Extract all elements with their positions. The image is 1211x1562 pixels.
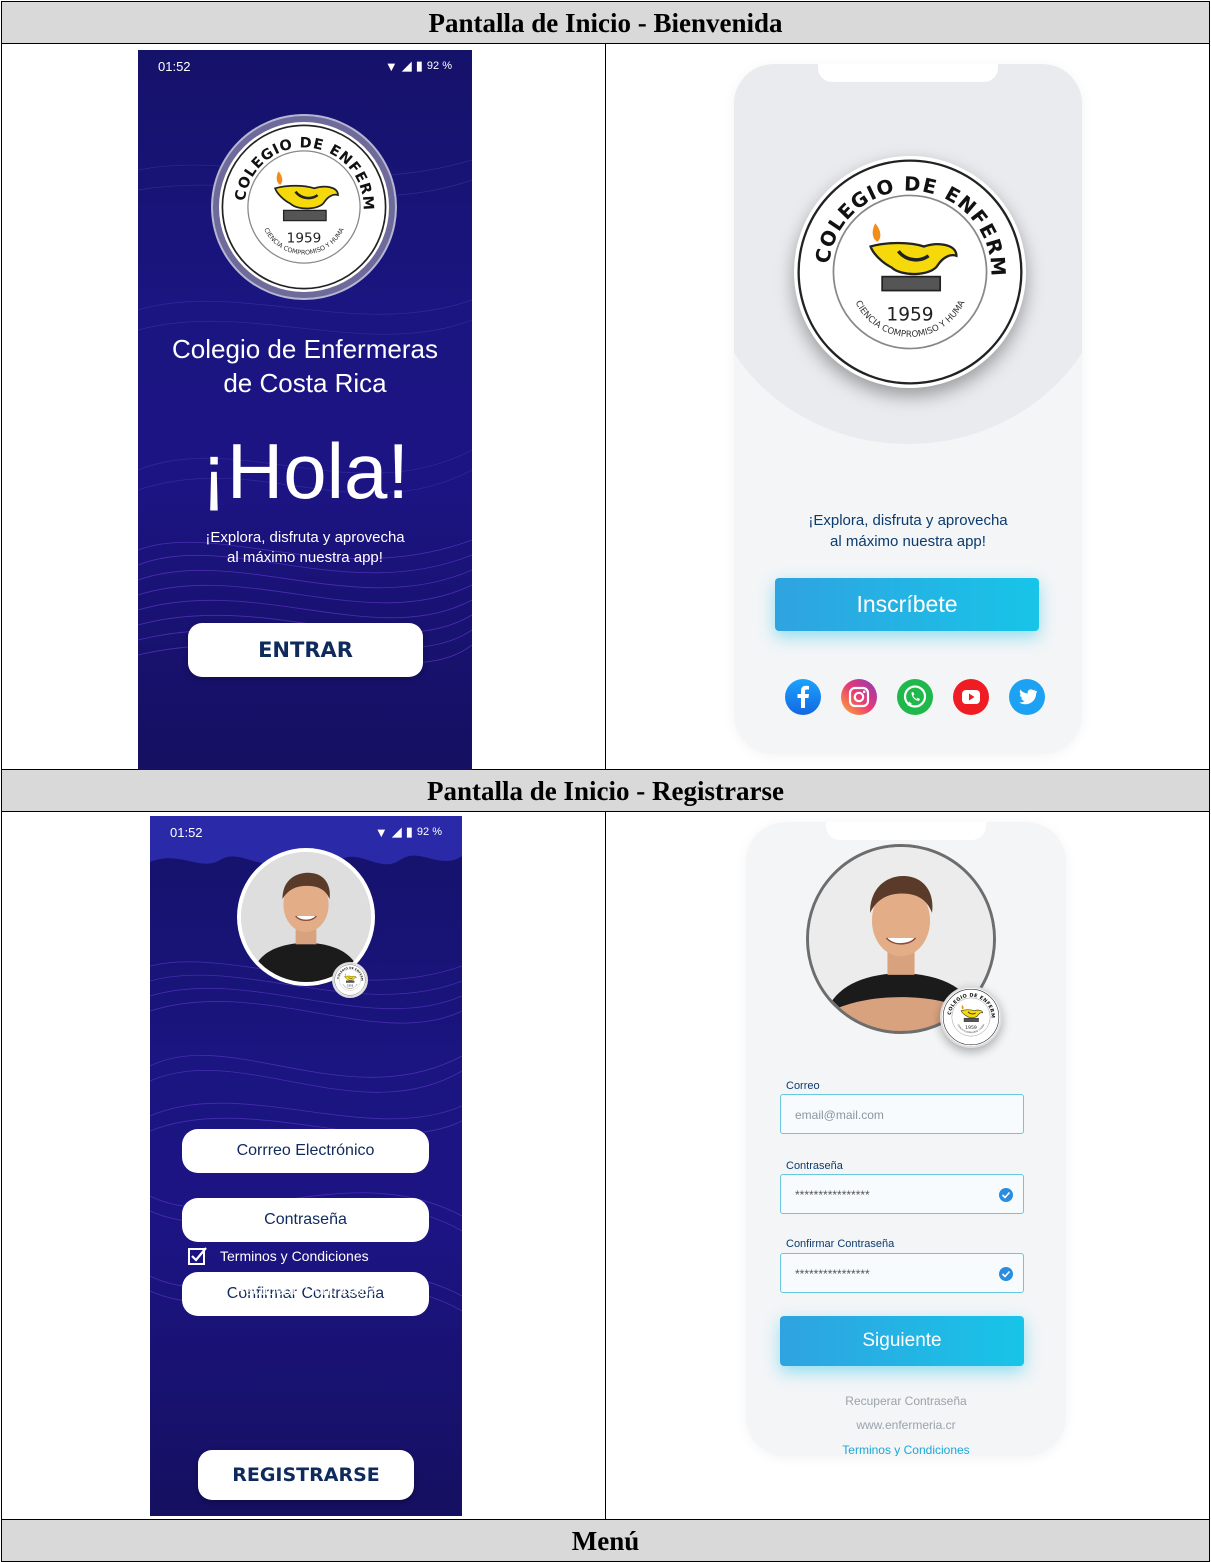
section-title-menu: Menú [1, 1519, 1210, 1562]
battery-icon: ▮ [405, 824, 413, 839]
password-input[interactable]: **************** [780, 1174, 1024, 1214]
avatar-seal-badge [332, 962, 368, 998]
check-circle-icon [999, 1188, 1013, 1202]
status-time: 01:52 [170, 825, 203, 840]
signal-icon: ◢ [391, 824, 402, 839]
register-screen-android: 01:52 ▼ ◢ ▮ 92 % Corrreo Electrónico Con… [150, 816, 462, 1516]
next-button[interactable]: Siguiente [780, 1316, 1024, 1366]
twitter-icon[interactable] [1008, 678, 1046, 716]
signup-button[interactable]: Inscríbete [775, 578, 1039, 631]
terms-link[interactable]: Terminos y Condiciones [746, 1443, 1066, 1456]
welcome-screen-mockup: ¡Explora, disfruta y aprovecha al máximo… [734, 64, 1082, 754]
cell-welcome-android: 01:52 ▼ ◢ ▮ 92 % Colegio de Enfermeras d… [1, 43, 606, 770]
recover-password-link[interactable]: Recuperar Contraseña [150, 1282, 462, 1298]
wifi-icon: ▼ [384, 58, 398, 74]
recover-password-link[interactable]: Recuperar Contraseña [746, 1394, 1066, 1408]
tagline-line2: al máximo nuestra app! [227, 549, 383, 566]
phone-notch [826, 822, 986, 840]
website-link[interactable]: www.enfermeria.cr [746, 1418, 1066, 1432]
email-input[interactable]: email@mail.com [780, 1094, 1024, 1134]
cell-register-android: 01:52 ▼ ◢ ▮ 92 % Corrreo Electrónico Con… [1, 811, 606, 1520]
whatsapp-icon[interactable] [896, 678, 934, 716]
battery-level: 92 % [426, 60, 452, 72]
register-screen-mockup: Correo email@mail.com Contraseña *******… [746, 822, 1066, 1456]
section-title-bienvenida: Pantalla de Inicio - Bienvenida [1, 1, 1210, 44]
avatar-seal-badge [940, 986, 1002, 1048]
facebook-icon[interactable] [784, 678, 822, 716]
greeting-title: ¡Hola! [200, 427, 410, 515]
check-circle-icon [999, 1267, 1013, 1281]
terms-checkbox-row[interactable]: Terminos y Condiciones [188, 1246, 369, 1266]
email-label: Correo [786, 1080, 820, 1092]
password-label: Contraseña [786, 1160, 843, 1172]
tagline-line2: al máximo nuestra app! [830, 533, 986, 550]
status-time: 01:52 [158, 59, 191, 74]
welcome-screen-android: 01:52 ▼ ◢ ▮ 92 % Colegio de Enfermeras d… [138, 50, 472, 770]
battery-level: 92 % [416, 826, 442, 838]
terms-label[interactable]: Terminos y Condiciones [220, 1248, 369, 1264]
confirm-password-input[interactable]: **************** [780, 1253, 1024, 1293]
checkbox-checked-icon[interactable] [188, 1246, 208, 1266]
status-bar: 01:52 ▼ ◢ ▮ 92 % [150, 816, 462, 842]
password-field[interactable]: Contraseña [182, 1198, 429, 1242]
wifi-icon: ▼ [374, 824, 388, 840]
register-button[interactable]: REGISTRARSE [198, 1450, 414, 1500]
tagline-line1: ¡Explora, disfruta y aprovecha [205, 529, 405, 546]
battery-icon: ▮ [415, 58, 423, 73]
instagram-icon[interactable] [840, 678, 878, 716]
logo-seal [783, 136, 1026, 388]
email-field[interactable]: Corrreo Electrónico [182, 1129, 429, 1173]
enter-button[interactable]: ENTRAR [188, 623, 423, 677]
brand-name-line1: Colegio de Enfermeras [172, 334, 438, 364]
confirm-password-label: Confirmar Contraseña [786, 1238, 895, 1250]
brand-name-line2: de Costa Rica [223, 368, 387, 398]
logo-seal [211, 108, 389, 292]
tagline-line1: ¡Explora, disfruta y aprovecha [808, 512, 1008, 529]
cell-welcome-mockup: ¡Explora, disfruta y aprovecha al máximo… [605, 43, 1210, 770]
social-icons [784, 678, 1046, 716]
status-bar: 01:52 ▼ ◢ ▮ 92 % [138, 50, 472, 76]
confirm-password-value: **************** [795, 1267, 870, 1281]
cell-register-mockup: Correo email@mail.com Contraseña *******… [605, 811, 1210, 1520]
youtube-icon[interactable] [952, 678, 990, 716]
signal-icon: ◢ [401, 58, 412, 73]
phone-notch [818, 64, 998, 82]
section-title-registrarse: Pantalla de Inicio - Registrarse [1, 769, 1210, 812]
password-value: **************** [795, 1188, 870, 1202]
